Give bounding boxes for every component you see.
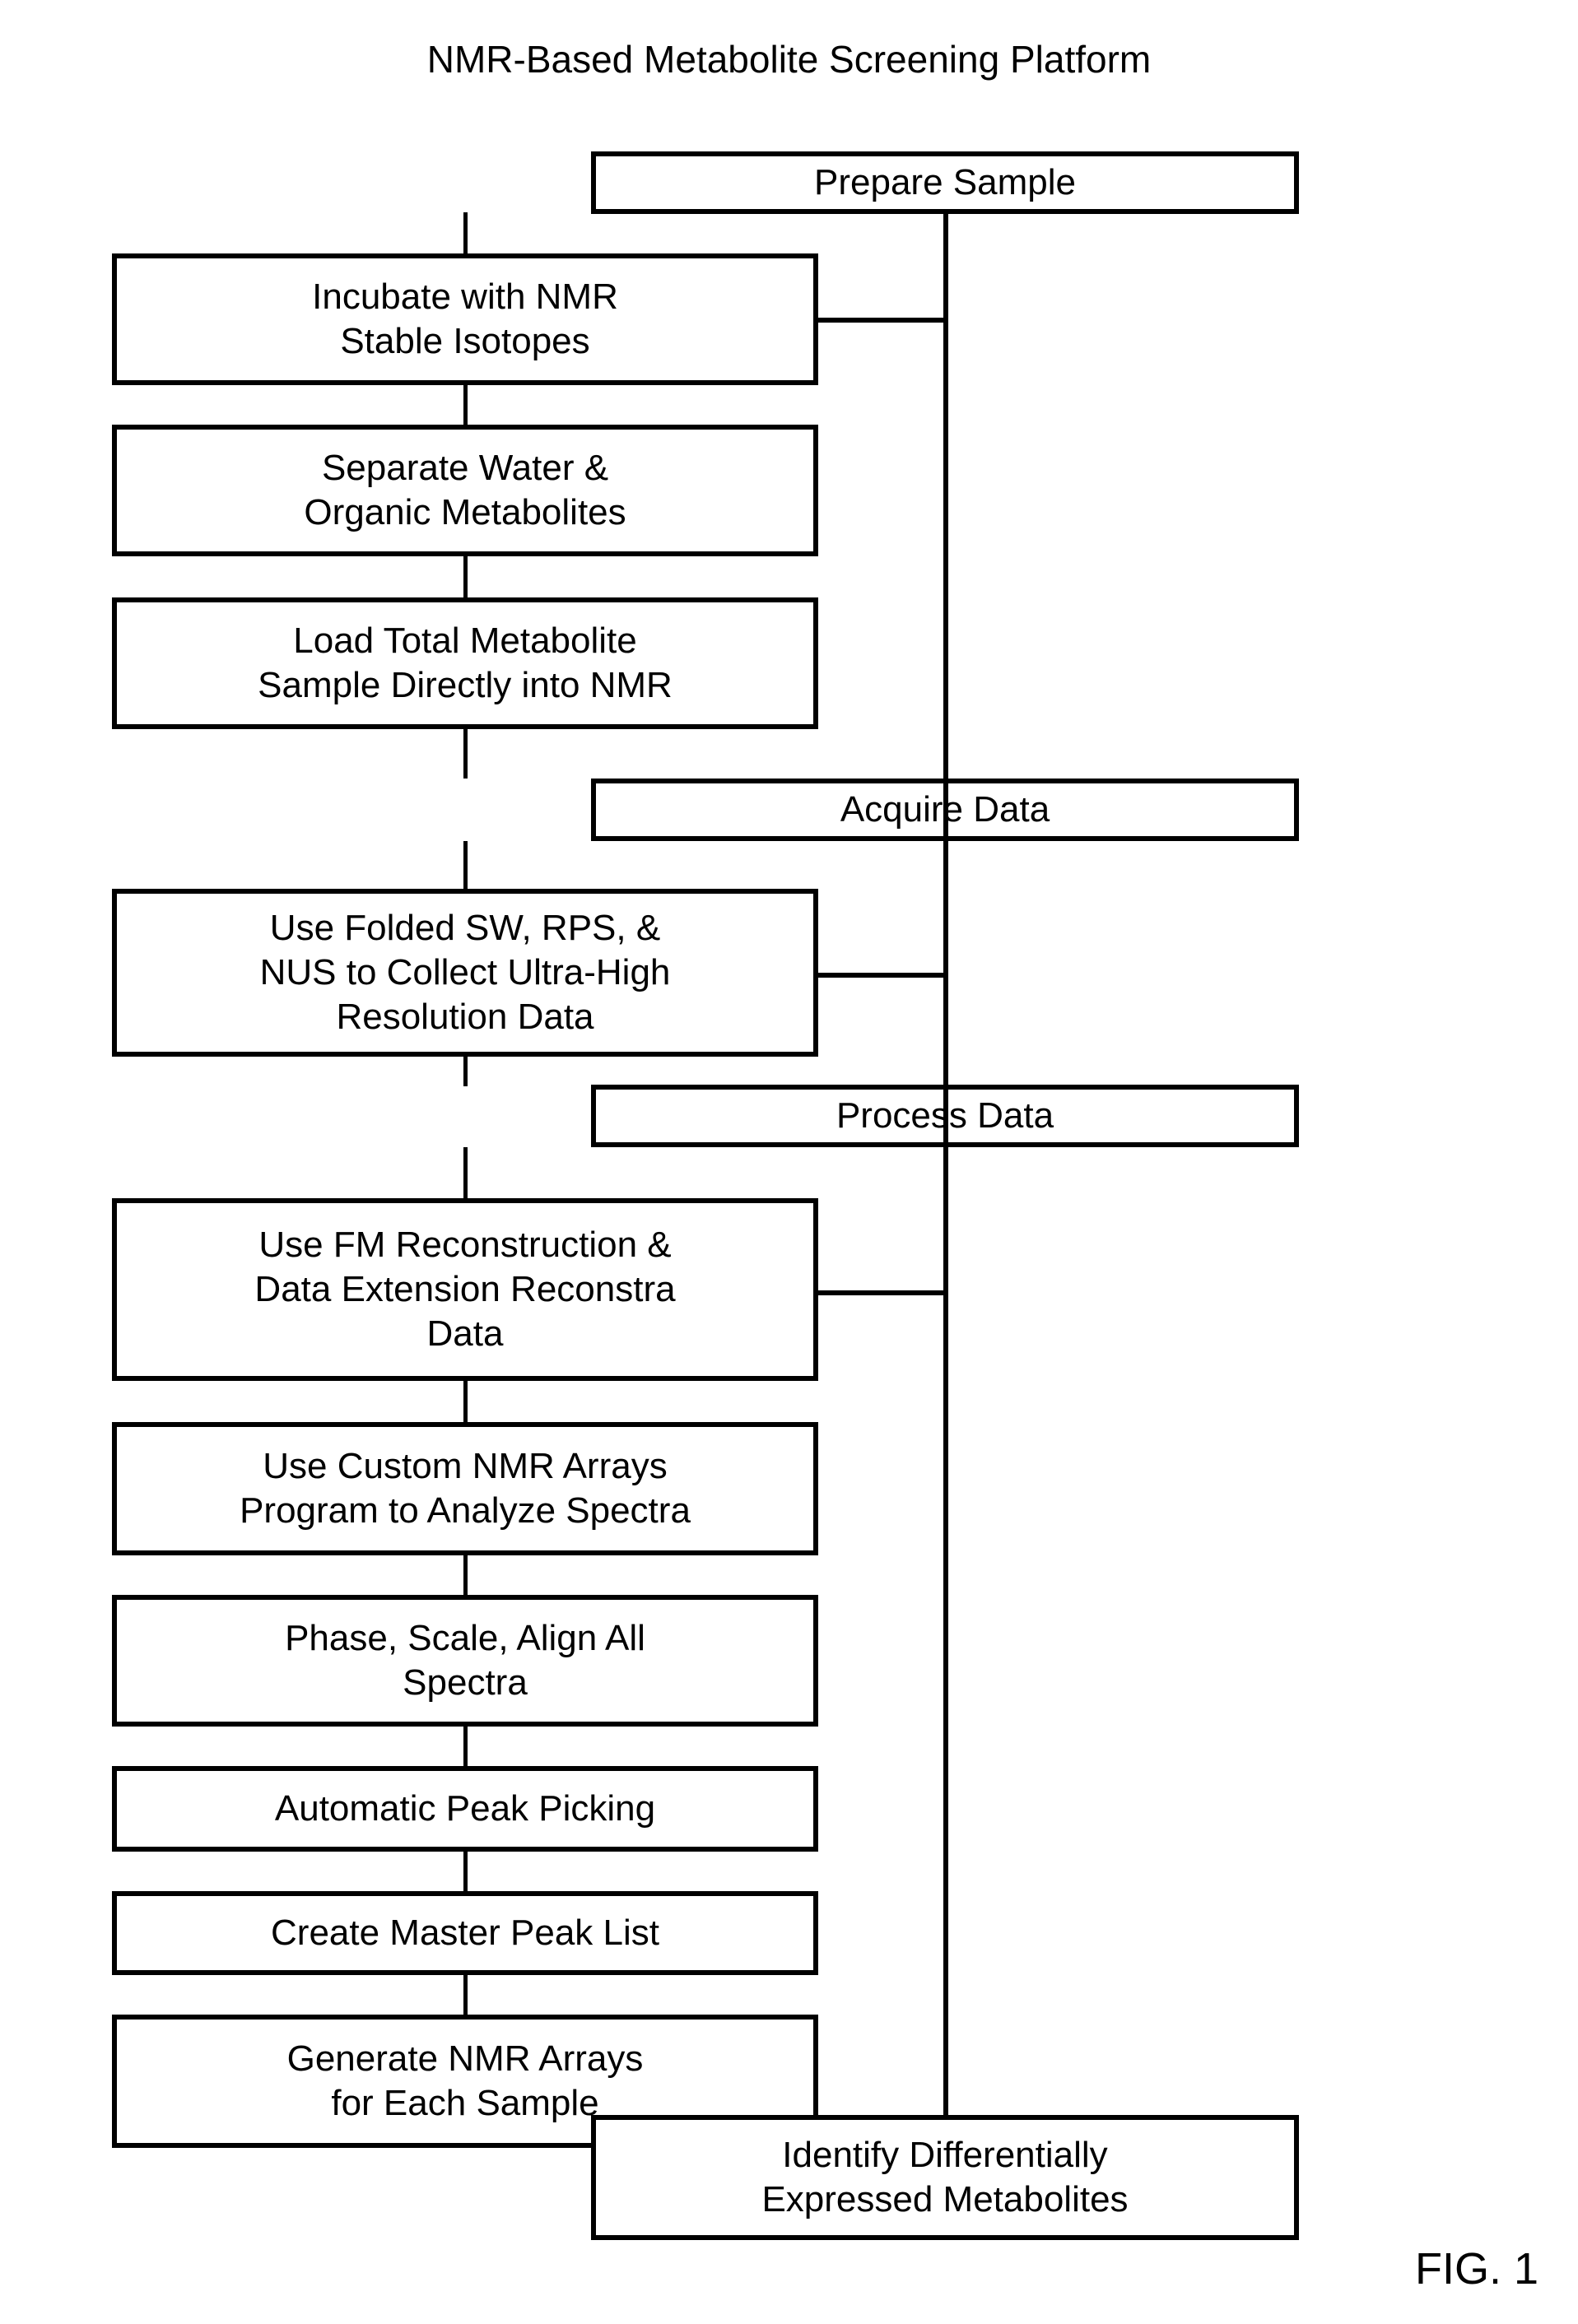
step-box-fm-reconstruction[interactable]: Use FM Reconstruction & Data Extension R… [112, 1198, 818, 1381]
connector-custom-arrays-to-phase [463, 1555, 468, 1595]
figure-title: NMR-Based Metabolite Screening Platform [426, 38, 1152, 81]
connector-phase-to-peak-picking [463, 1727, 468, 1766]
spine-segment-through-acquire [943, 779, 948, 843]
connector-master-list-to-generate [463, 1975, 468, 2015]
spine-segment-prepare-to-acquire [943, 212, 948, 779]
spine-segment-through-process [943, 1085, 948, 1149]
step-label-peak-picking: Automatic Peak Picking [274, 1788, 656, 1829]
step-box-load-total-metabolite-sample[interactable]: Load Total Metabolite Sample Directly in… [112, 597, 818, 729]
connector-peak-picking-to-master-list [463, 1852, 468, 1891]
step-label-incubate: Incubate with NMR Stable Isotopes [312, 277, 618, 361]
step-label-master-peak-list: Create Master Peak List [271, 1913, 659, 1953]
step-box-separate-water-organic-metabolites[interactable]: Separate Water & Organic Metabolites [112, 425, 818, 556]
connector-acquire-to-folded-sw [463, 841, 468, 889]
spine-segment-acquire-to-process [943, 841, 948, 1085]
figure-canvas: NMR-Based Metabolite Screening Platform … [0, 0, 1578, 2324]
connector-folded-sw-to-spine [817, 973, 947, 978]
step-label-separate: Separate Water & Organic Metabolites [304, 448, 626, 532]
connector-process-to-fm [463, 1147, 468, 1198]
figure-number-label: FIG. 1 [1414, 2244, 1538, 2294]
step-box-folded-sw-rps-nus[interactable]: Use Folded SW, RPS, & NUS to Collect Ult… [112, 889, 818, 1057]
connector-incubate-to-spine [817, 318, 947, 323]
connector-folded-sw-to-process [463, 1057, 468, 1086]
step-label-load: Load Total Metabolite Sample Directly in… [258, 621, 673, 705]
connector-load-to-acquire [463, 729, 468, 779]
step-label-phase-scale: Phase, Scale, Align All Spectra [285, 1618, 645, 1703]
step-box-phase-scale-align-all-spectra[interactable]: Phase, Scale, Align All Spectra [112, 1595, 818, 1727]
connector-separate-to-load [463, 556, 468, 597]
outcome-box-identify-differentially-expressed-metabolites[interactable]: Identify Differentially Expressed Metabo… [591, 2115, 1299, 2240]
connector-fm-to-custom-arrays [463, 1381, 468, 1422]
step-label-folded-sw: Use Folded SW, RPS, & NUS to Collect Ult… [259, 908, 671, 1037]
stage-label-prepare-sample: Prepare Sample [814, 162, 1076, 202]
step-box-automatic-peak-picking[interactable]: Automatic Peak Picking [112, 1766, 818, 1852]
step-box-create-master-peak-list[interactable]: Create Master Peak List [112, 1891, 818, 1975]
step-label-custom-arrays: Use Custom NMR Arrays Program to Analyze… [240, 1446, 691, 1531]
stage-box-prepare-sample[interactable]: Prepare Sample [591, 151, 1299, 214]
step-box-custom-nmr-arrays-program[interactable]: Use Custom NMR Arrays Program to Analyze… [112, 1422, 818, 1555]
connector-prepare-to-incubate [463, 212, 468, 257]
step-label-fm-reconstruction: Use FM Reconstruction & Data Extension R… [254, 1225, 676, 1354]
step-box-incubate-with-nmr-stable-isotopes[interactable]: Incubate with NMR Stable Isotopes [112, 253, 818, 385]
outcome-label-identify: Identify Differentially Expressed Metabo… [761, 2135, 1129, 2219]
connector-incubate-to-separate [463, 383, 468, 425]
connector-fm-reconstruction-to-spine [817, 1290, 947, 1295]
step-label-generate-arrays: Generate NMR Arrays for Each Sample [286, 2038, 644, 2123]
